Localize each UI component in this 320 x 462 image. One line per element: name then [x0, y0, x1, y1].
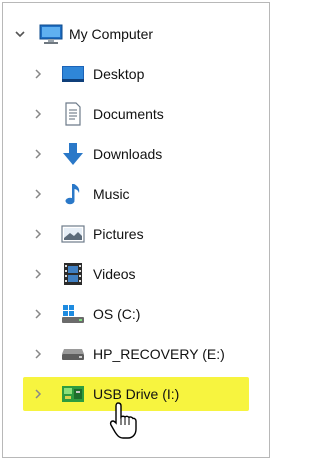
- usb-drive-icon: [61, 384, 84, 406]
- hard-drive-icon: [61, 347, 84, 369]
- desktop-icon: [61, 64, 84, 86]
- chevron-right-icon[interactable]: [31, 67, 45, 81]
- tree-item-my-computer[interactable]: My Computer: [3, 19, 263, 49]
- chevron-right-icon[interactable]: [31, 227, 45, 241]
- tree-item-downloads[interactable]: Downloads: [3, 139, 263, 169]
- tree-item-label: HP_RECOVERY (E:): [93, 346, 225, 362]
- tree-item-label: OS (C:): [93, 306, 141, 322]
- tree-item-label: Downloads: [93, 146, 163, 162]
- tree-item-music[interactable]: Music: [3, 179, 263, 209]
- tree-item-label: Desktop: [93, 66, 145, 82]
- tree-item-pictures[interactable]: Pictures: [3, 219, 263, 249]
- chevron-right-icon[interactable]: [31, 187, 45, 201]
- chevron-right-icon[interactable]: [31, 307, 45, 321]
- chevron-right-icon[interactable]: [31, 147, 45, 161]
- tree-item-documents[interactable]: Documents: [3, 99, 263, 129]
- navigation-pane: My Computer Desktop Documents Downloads …: [2, 2, 270, 458]
- chevron-right-icon[interactable]: [31, 107, 45, 121]
- windows-drive-icon: [61, 303, 84, 325]
- tree-item-label: Documents: [93, 106, 164, 122]
- monitor-icon: [39, 23, 63, 45]
- tree-item-label: Music: [93, 186, 130, 202]
- chevron-right-icon[interactable]: [31, 347, 45, 361]
- tree-item-os-drive[interactable]: OS (C:): [3, 299, 263, 329]
- chevron-right-icon[interactable]: [31, 387, 45, 401]
- tree-item-recovery-drive[interactable]: HP_RECOVERY (E:): [3, 339, 263, 369]
- tree-item-label: USB Drive (I:): [93, 386, 180, 402]
- tree-item-label: Pictures: [93, 226, 144, 242]
- documents-icon: [63, 102, 85, 126]
- tree-item-videos[interactable]: Videos: [3, 259, 263, 289]
- hand-pointer-icon: [108, 401, 142, 441]
- tree-item-label: My Computer: [69, 26, 154, 42]
- pictures-icon: [61, 224, 85, 246]
- videos-film-icon: [63, 262, 85, 285]
- chevron-down-icon[interactable]: [13, 27, 27, 41]
- chevron-right-icon[interactable]: [31, 267, 45, 281]
- download-arrow-icon: [61, 142, 83, 165]
- tree-item-label: Videos: [93, 266, 136, 282]
- music-note-icon: [63, 182, 85, 205]
- tree-item-desktop[interactable]: Desktop: [3, 59, 263, 89]
